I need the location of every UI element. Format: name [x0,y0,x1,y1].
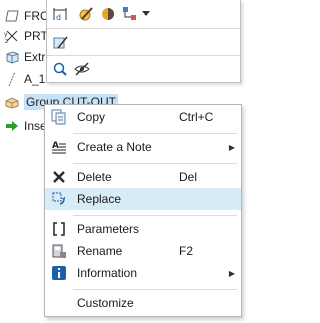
delete-x-icon [51,169,67,185]
dimensions-icon[interactable]: d [49,3,71,25]
suppress-icon[interactable] [49,31,71,53]
datum-plane-icon [4,8,20,24]
menu-item-delete[interactable]: Delete Del [45,166,241,188]
dropdown-arrow-icon[interactable] [139,3,153,25]
hide-icon[interactable] [71,58,93,80]
menu-item-label: Replace [77,192,122,206]
context-menu: Copy Ctrl+C A Create a Note ▶ Delete Del… [44,104,242,317]
menu-item-rename[interactable]: Rename F2 [45,240,241,262]
tree-item-label: Extr [24,50,46,64]
zoom-to-selected-icon[interactable] [49,58,71,80]
copy-icon [51,109,67,125]
menu-separator [73,215,237,216]
tree-item-label: A_1 [24,72,46,86]
tree-item-extrude[interactable]: Extr [0,47,45,67]
svg-text:z: z [5,38,8,44]
tree-item-axis[interactable]: A_1 [0,69,45,89]
menu-item-label: Delete [77,170,112,184]
tree-item-prt[interactable]: yz PRT [0,26,48,46]
menu-item-customize[interactable]: Customize [45,292,241,314]
menu-item-replace[interactable]: Replace [45,188,241,210]
tree-item-frc[interactable]: FRC [0,6,49,26]
parameters-icon [51,221,67,237]
toolbar-divider [47,55,240,56]
menu-item-information[interactable]: Information ▶ [45,262,241,284]
menu-item-copy[interactable]: Copy Ctrl+C [45,106,241,128]
edit-definition-icon[interactable] [75,3,97,25]
svg-text:y: y [4,31,8,38]
extrude-icon [4,49,20,65]
info-icon [51,265,67,281]
tree-item-insert-here[interactable]: Inse [0,116,47,136]
replace-icon [51,191,67,207]
menu-item-label: Copy [77,110,106,124]
menu-item-label: Create a Note [77,140,152,154]
coordinate-system-icon: yz [4,28,20,44]
menu-separator [73,133,237,134]
menu-item-label: Rename [77,244,123,258]
menu-item-shortcut: F2 [179,244,194,258]
toolbar-divider [47,28,240,29]
submenu-arrow-icon: ▶ [228,268,235,278]
menu-separator [73,289,237,290]
tree-item-label: PRT [24,29,48,43]
rename-icon [51,243,67,259]
tree-item-label: FRC [24,9,49,23]
menu-item-create-a-note[interactable]: A Create a Note ▶ [45,136,241,158]
menu-item-label: Information [77,266,138,280]
menu-item-shortcut: Ctrl+C [179,110,214,124]
references-icon[interactable] [119,3,141,25]
note-icon: A [51,139,67,155]
menu-item-label: Customize [77,296,134,310]
svg-text:d: d [56,13,61,22]
submenu-arrow-icon: ▶ [228,142,235,152]
appearance-icon[interactable] [97,3,119,25]
insert-here-arrow-icon [4,118,20,134]
group-icon [4,94,20,110]
menu-separator [73,163,237,164]
menu-item-parameters[interactable]: Parameters [45,218,241,240]
axis-icon [4,71,20,87]
menu-item-label: Parameters [77,222,140,236]
menu-item-shortcut: Del [179,170,198,184]
mini-toolbar: d [46,0,241,83]
